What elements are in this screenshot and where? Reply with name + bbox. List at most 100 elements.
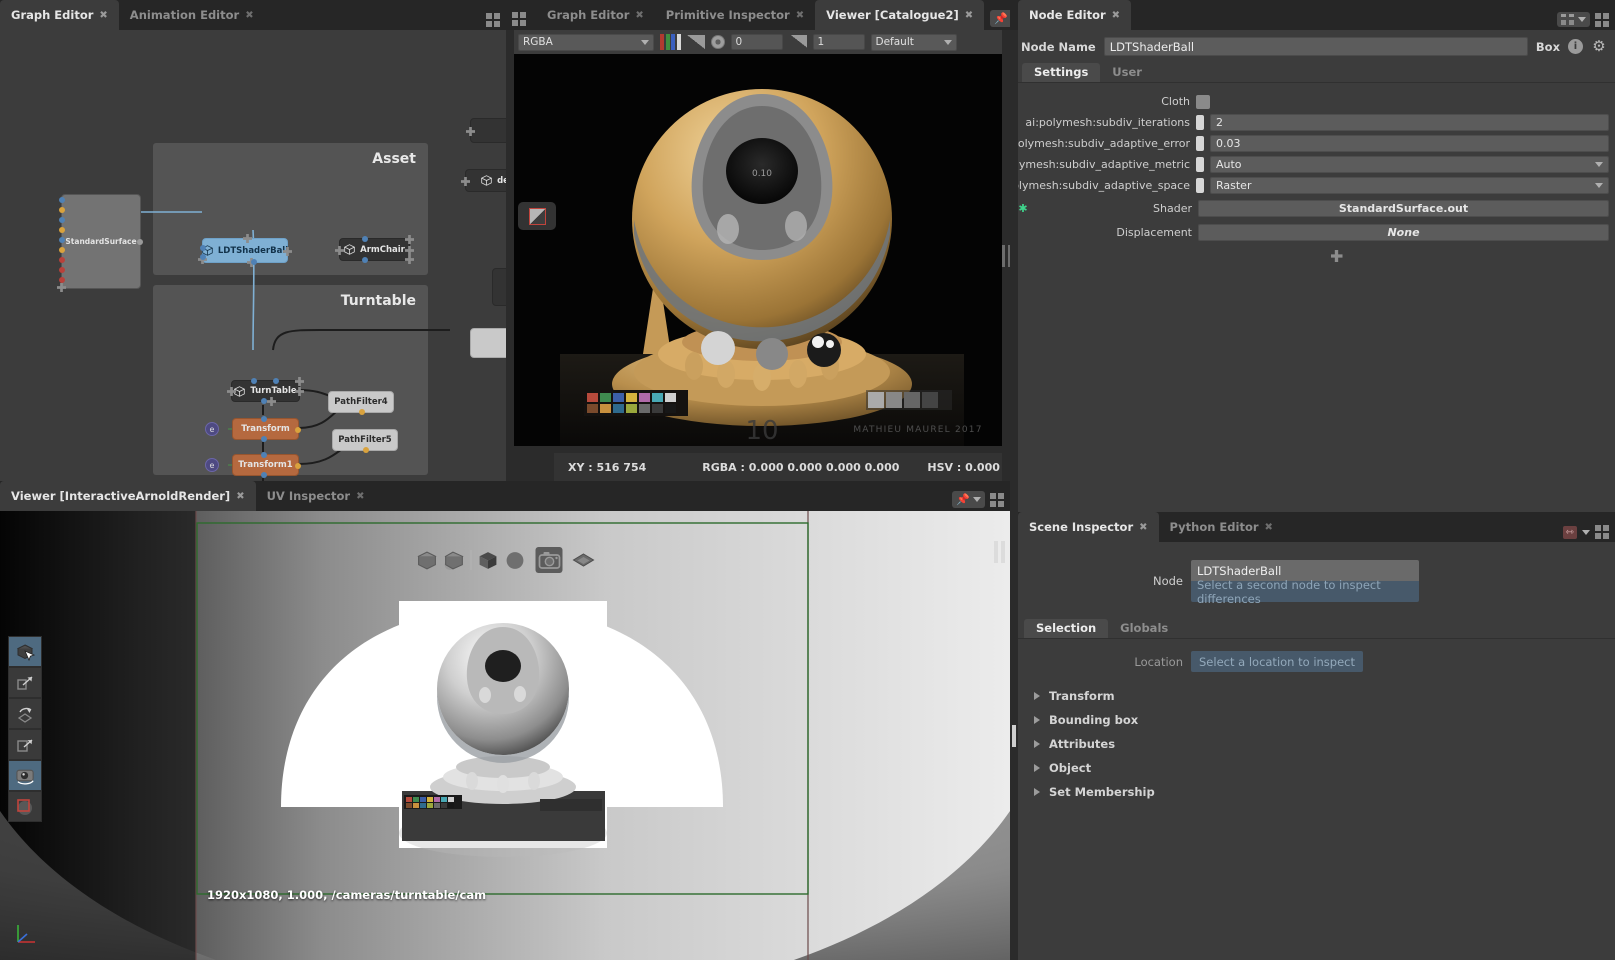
tab-viewer-interactivearnoldrender[interactable]: Viewer [InteractiveArnoldRender] ✖ — [0, 481, 256, 511]
layout-grid-icon[interactable] — [1595, 12, 1609, 27]
bound-shading-icon[interactable] — [414, 547, 441, 573]
section-transform[interactable]: Transform — [1018, 684, 1615, 708]
port-dot-out[interactable] — [137, 239, 143, 245]
expression-badge[interactable]: e — [205, 422, 219, 436]
port-dot-in[interactable] — [251, 378, 257, 384]
port-dot-out[interactable] — [261, 472, 267, 478]
graph-node-transform[interactable]: Transform — [232, 416, 301, 442]
add-port-icon[interactable] — [57, 283, 66, 292]
port-dot-out[interactable] — [363, 447, 369, 453]
subtab-settings[interactable]: Settings — [1022, 63, 1101, 82]
tab-scene-inspector[interactable]: Scene Inspector ✖ — [1018, 512, 1159, 542]
graph-editor-canvas[interactable]: Asset Turntable StandardSurface LDTShade… — [0, 30, 506, 481]
shader-field[interactable]: StandardSurface.out — [1198, 199, 1609, 217]
info-icon[interactable]: i — [1568, 39, 1583, 54]
location-input[interactable]: Select a location to inspect — [1191, 651, 1364, 672]
chevron-down-icon[interactable] — [973, 497, 981, 502]
tab-animation-editor[interactable]: Animation Editor ✖ — [119, 0, 265, 30]
displacement-field[interactable]: None — [1198, 223, 1609, 241]
port-dot-out[interactable] — [362, 257, 368, 263]
display-transform-dropdown[interactable]: Default — [870, 33, 957, 51]
viewport-scroll-grip[interactable] — [994, 541, 1005, 563]
port-dot[interactable] — [59, 257, 65, 263]
tab-graph-editor[interactable]: Graph Editor ✖ — [0, 0, 119, 30]
graph-node-ldtshaderball[interactable]: LDTShaderBall — [198, 234, 292, 267]
port-dot-in[interactable] — [261, 452, 267, 458]
graph-node-standardsurface[interactable]: StandardSurface — [57, 194, 143, 292]
tab-viewer-catalogue2[interactable]: Viewer [Catalogue2] ✖ — [815, 0, 985, 30]
add-port-icon[interactable] — [461, 177, 470, 186]
channels-dropdown[interactable]: RGBA — [518, 33, 654, 51]
chevron-down-icon[interactable] — [1578, 17, 1586, 22]
subtab-selection[interactable]: Selection — [1024, 619, 1109, 638]
plug-nub[interactable] — [1196, 115, 1204, 130]
wireframe-shaded-icon[interactable] — [441, 547, 468, 573]
camera-icon[interactable] — [535, 547, 563, 573]
port-dot-in[interactable] — [261, 416, 267, 422]
expression-badge[interactable]: e — [205, 458, 219, 472]
gear-icon[interactable]: ⚙ — [1591, 38, 1607, 55]
close-icon[interactable]: ✖ — [356, 491, 364, 502]
close-icon[interactable]: ✖ — [965, 10, 973, 21]
port-dot-out[interactable] — [295, 427, 301, 433]
section-attributes[interactable]: Attributes — [1018, 732, 1615, 756]
node-secondary-placeholder[interactable]: Select a second node to inspect differen… — [1191, 578, 1419, 606]
select-tool[interactable] — [8, 636, 42, 667]
add-port-icon[interactable] — [466, 127, 475, 136]
layout-grid-icon[interactable] — [512, 12, 526, 26]
subdiv-adaptive-error-input[interactable]: 0.03 — [1210, 135, 1609, 152]
layout-grid-icon[interactable] — [486, 13, 500, 27]
layout-grid-icon[interactable] — [1595, 525, 1609, 539]
graph-node-pathfilter4[interactable]: PathFilter4 — [328, 391, 394, 415]
plug-nub[interactable] — [1196, 136, 1204, 151]
translate-tool[interactable] — [8, 667, 42, 698]
port-dot-in[interactable] — [200, 254, 206, 260]
port-dot[interactable] — [59, 237, 65, 243]
chevron-down-icon[interactable] — [1582, 529, 1590, 535]
catalogue-render-image[interactable]: 0.10 10 MATHIEU MAUREL 2017 — [514, 54, 1010, 446]
node-editor-mode-button[interactable] — [1557, 12, 1590, 27]
port-dot-in[interactable] — [200, 245, 206, 251]
gradient-ramp-icon[interactable] — [686, 35, 705, 49]
vertical-splitter[interactable] — [1010, 512, 1018, 960]
close-icon[interactable]: ✖ — [635, 10, 643, 21]
graph-node-hidden-de[interactable]: de — [461, 169, 506, 192]
close-icon[interactable]: ✖ — [1139, 522, 1147, 533]
tab-python-editor[interactable]: Python Editor ✖ — [1159, 512, 1284, 542]
camera-tool[interactable] — [8, 760, 42, 791]
tab-graph-editor-2[interactable]: Graph Editor ✖ — [536, 0, 655, 30]
gamma-input[interactable]: 1 — [812, 34, 865, 50]
close-icon[interactable]: ✖ — [1112, 10, 1120, 21]
port-dot-out[interactable] — [295, 463, 301, 469]
exposure-aperture-icon[interactable] — [710, 35, 725, 49]
vertical-splitter[interactable] — [1002, 30, 1010, 481]
rotate-tool[interactable] — [8, 698, 42, 729]
cloth-toggle[interactable] — [1196, 94, 1210, 109]
plug-nub[interactable] — [1196, 157, 1204, 172]
gamma-ramp-icon[interactable] — [788, 35, 807, 49]
close-icon[interactable]: ✖ — [1265, 522, 1273, 533]
graph-node-transform1[interactable]: Transform1 — [232, 452, 301, 478]
graph-node-hidden-right2[interactable] — [470, 328, 506, 358]
node-name-input[interactable]: LDTShaderBall — [1103, 37, 1528, 56]
port-dot-out[interactable] — [261, 436, 267, 442]
port-dot-in[interactable] — [362, 236, 368, 242]
tab-uv-inspector[interactable]: UV Inspector ✖ — [256, 481, 376, 511]
light-icon[interactable] — [570, 547, 597, 573]
scale-tool[interactable] — [8, 729, 42, 760]
shaded-cube-icon[interactable] — [475, 547, 502, 573]
subdiv-iterations-input[interactable]: 2 — [1210, 114, 1609, 131]
port-dot-out[interactable] — [359, 409, 365, 415]
tab-node-editor[interactable]: Node Editor ✖ — [1018, 0, 1132, 30]
close-icon[interactable]: ✖ — [245, 10, 253, 21]
port-dot-out[interactable] — [251, 259, 257, 265]
tab-primitive-inspector[interactable]: Primitive Inspector ✖ — [655, 0, 815, 30]
subdiv-adaptive-space-dropdown[interactable]: Raster — [1210, 177, 1609, 194]
compare-icon[interactable]: ⇿ — [1562, 525, 1577, 539]
port-dot[interactable] — [59, 227, 65, 233]
plus-icon[interactable] — [1330, 250, 1343, 262]
graph-node-pathfilter5[interactable]: PathFilter5 — [332, 429, 398, 453]
section-set-membership[interactable]: Set Membership — [1018, 780, 1615, 804]
section-object[interactable]: Object — [1018, 756, 1615, 780]
subdiv-adaptive-metric-dropdown[interactable]: Auto — [1210, 156, 1609, 173]
